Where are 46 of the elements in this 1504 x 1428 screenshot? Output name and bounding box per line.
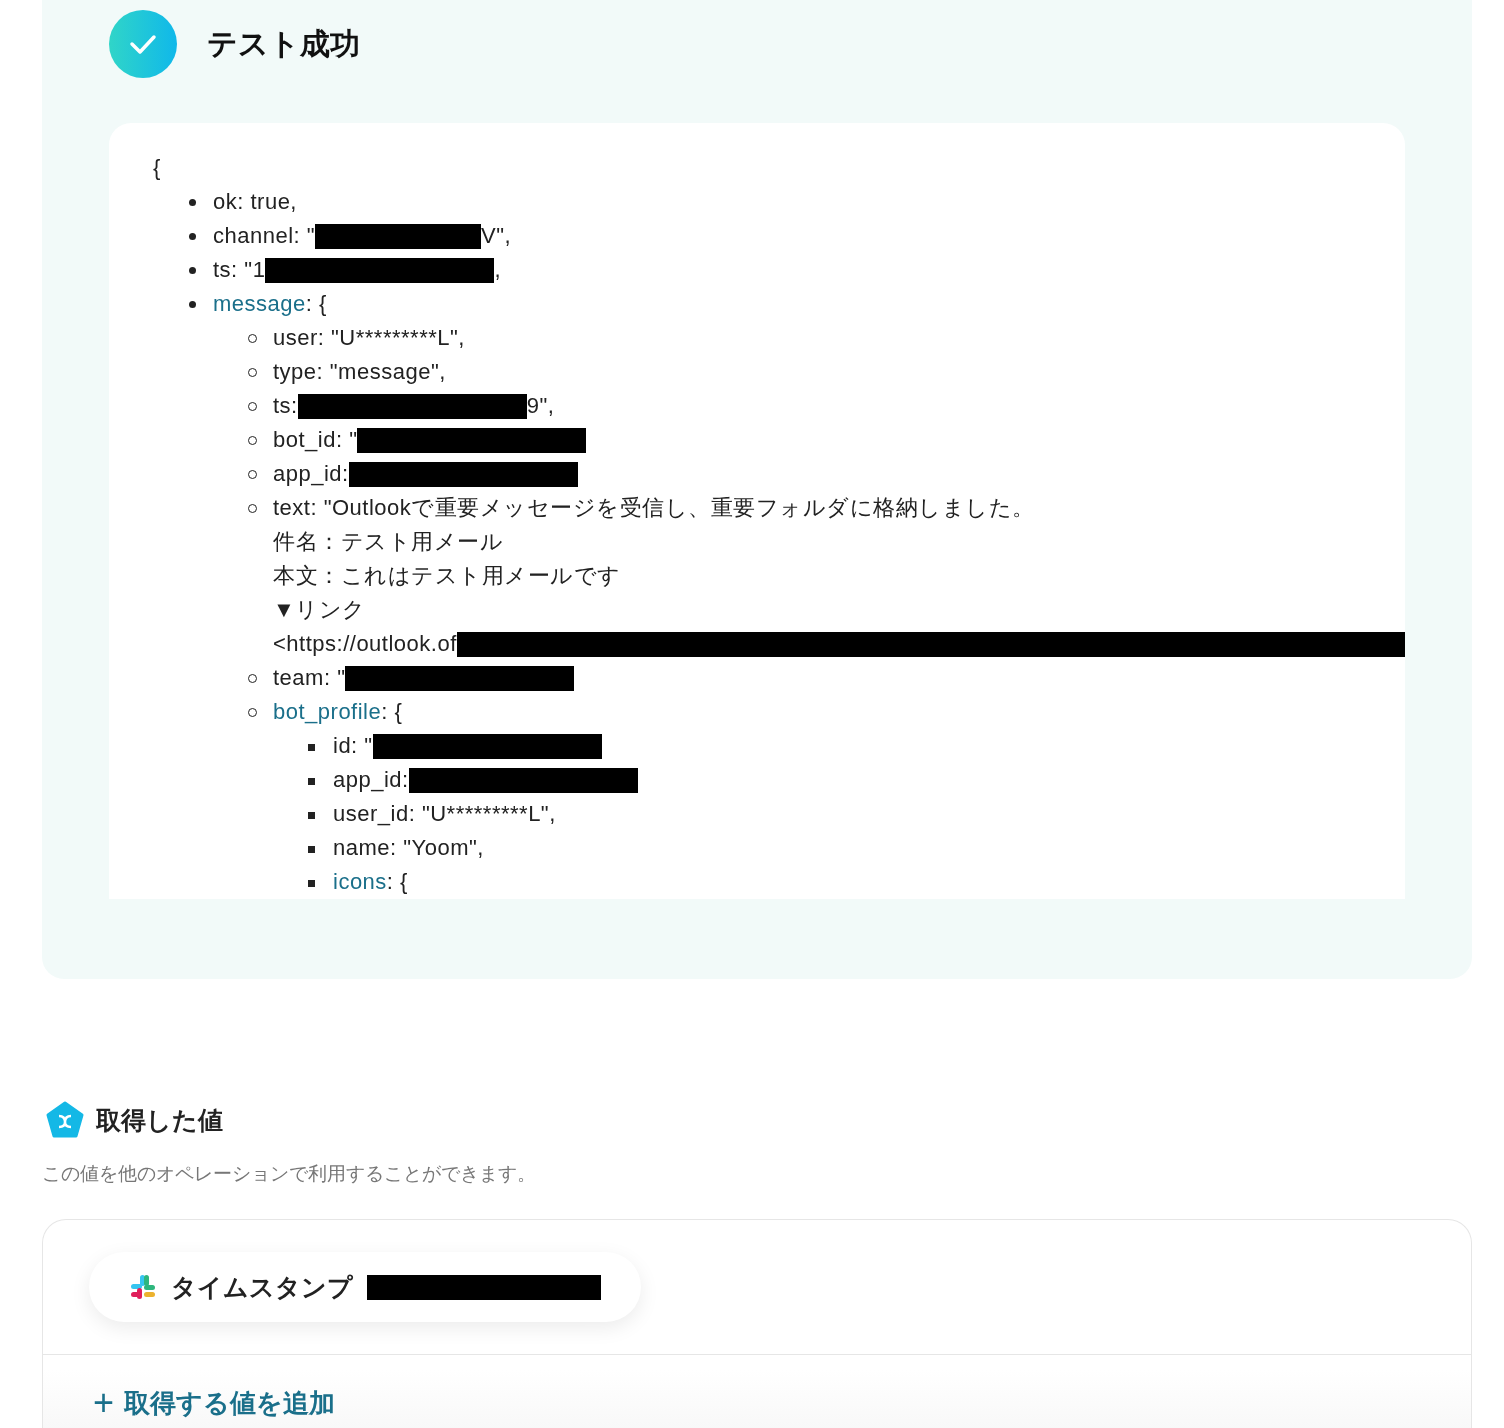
bullet-icon [189,233,196,240]
code-text: ok: true, [213,188,297,216]
code-text: bot_id: " [273,426,358,454]
bullet-icon [308,744,315,751]
yoom-logo-icon [46,1101,84,1139]
value-chip[interactable]: タイムスタンプ [89,1252,641,1322]
code-text: : { [386,868,408,896]
code-text: V", [481,222,512,250]
code-text: { [153,154,161,182]
code-text: ts: [273,392,298,420]
code-text: 9", [526,392,555,420]
code-text: : { [305,290,327,318]
bullet-icon [308,778,315,785]
slack-logo-icon [129,1273,157,1301]
bullet-icon [189,267,196,274]
code-text: ▼リンク [273,596,366,624]
object-key: message [213,287,306,321]
add-value-button[interactable]: + 取得する値を追加 [93,1385,336,1421]
bullet-icon [308,812,315,819]
object-key: bot_profile [273,695,382,729]
chip-label: タイムスタンプ [171,1271,353,1303]
bullet-icon [308,880,315,887]
code-text: user_id: "U*********L", [333,800,556,828]
bullet-icon [189,301,196,308]
code-text: channel: " [213,222,316,250]
bullet-icon [308,846,315,853]
code-text: 本文：これはテスト用メールです [273,562,621,590]
code-text: text: "Outlookで重要メッセージを受信し、重要フォルダに格納しました。 [273,494,1035,522]
code-text: ts: "1 [213,256,266,284]
section-description: この値を他のオペレーションで利用することができます。 [42,1162,537,1186]
code-text: <https://outlook.of [273,630,457,658]
code-text: team: " [273,664,346,692]
check-icon [109,10,177,78]
section-title: 取得した値 [96,1104,223,1136]
bullet-icon [189,199,196,206]
result-title: テスト成功 [207,25,360,62]
code-text: id: " [333,732,373,760]
code-text: user: "U*********L", [273,324,465,352]
code-text: name: "Yoom", [333,834,484,862]
code-text: app_id: [333,766,409,794]
code-text: app_id: [273,460,349,488]
code-text: : { [381,698,403,726]
code-text: type: "message", [273,358,446,386]
object-key: icons [333,865,387,899]
code-text: , [494,256,501,284]
code-text: 件名：テスト用メール [273,528,503,556]
